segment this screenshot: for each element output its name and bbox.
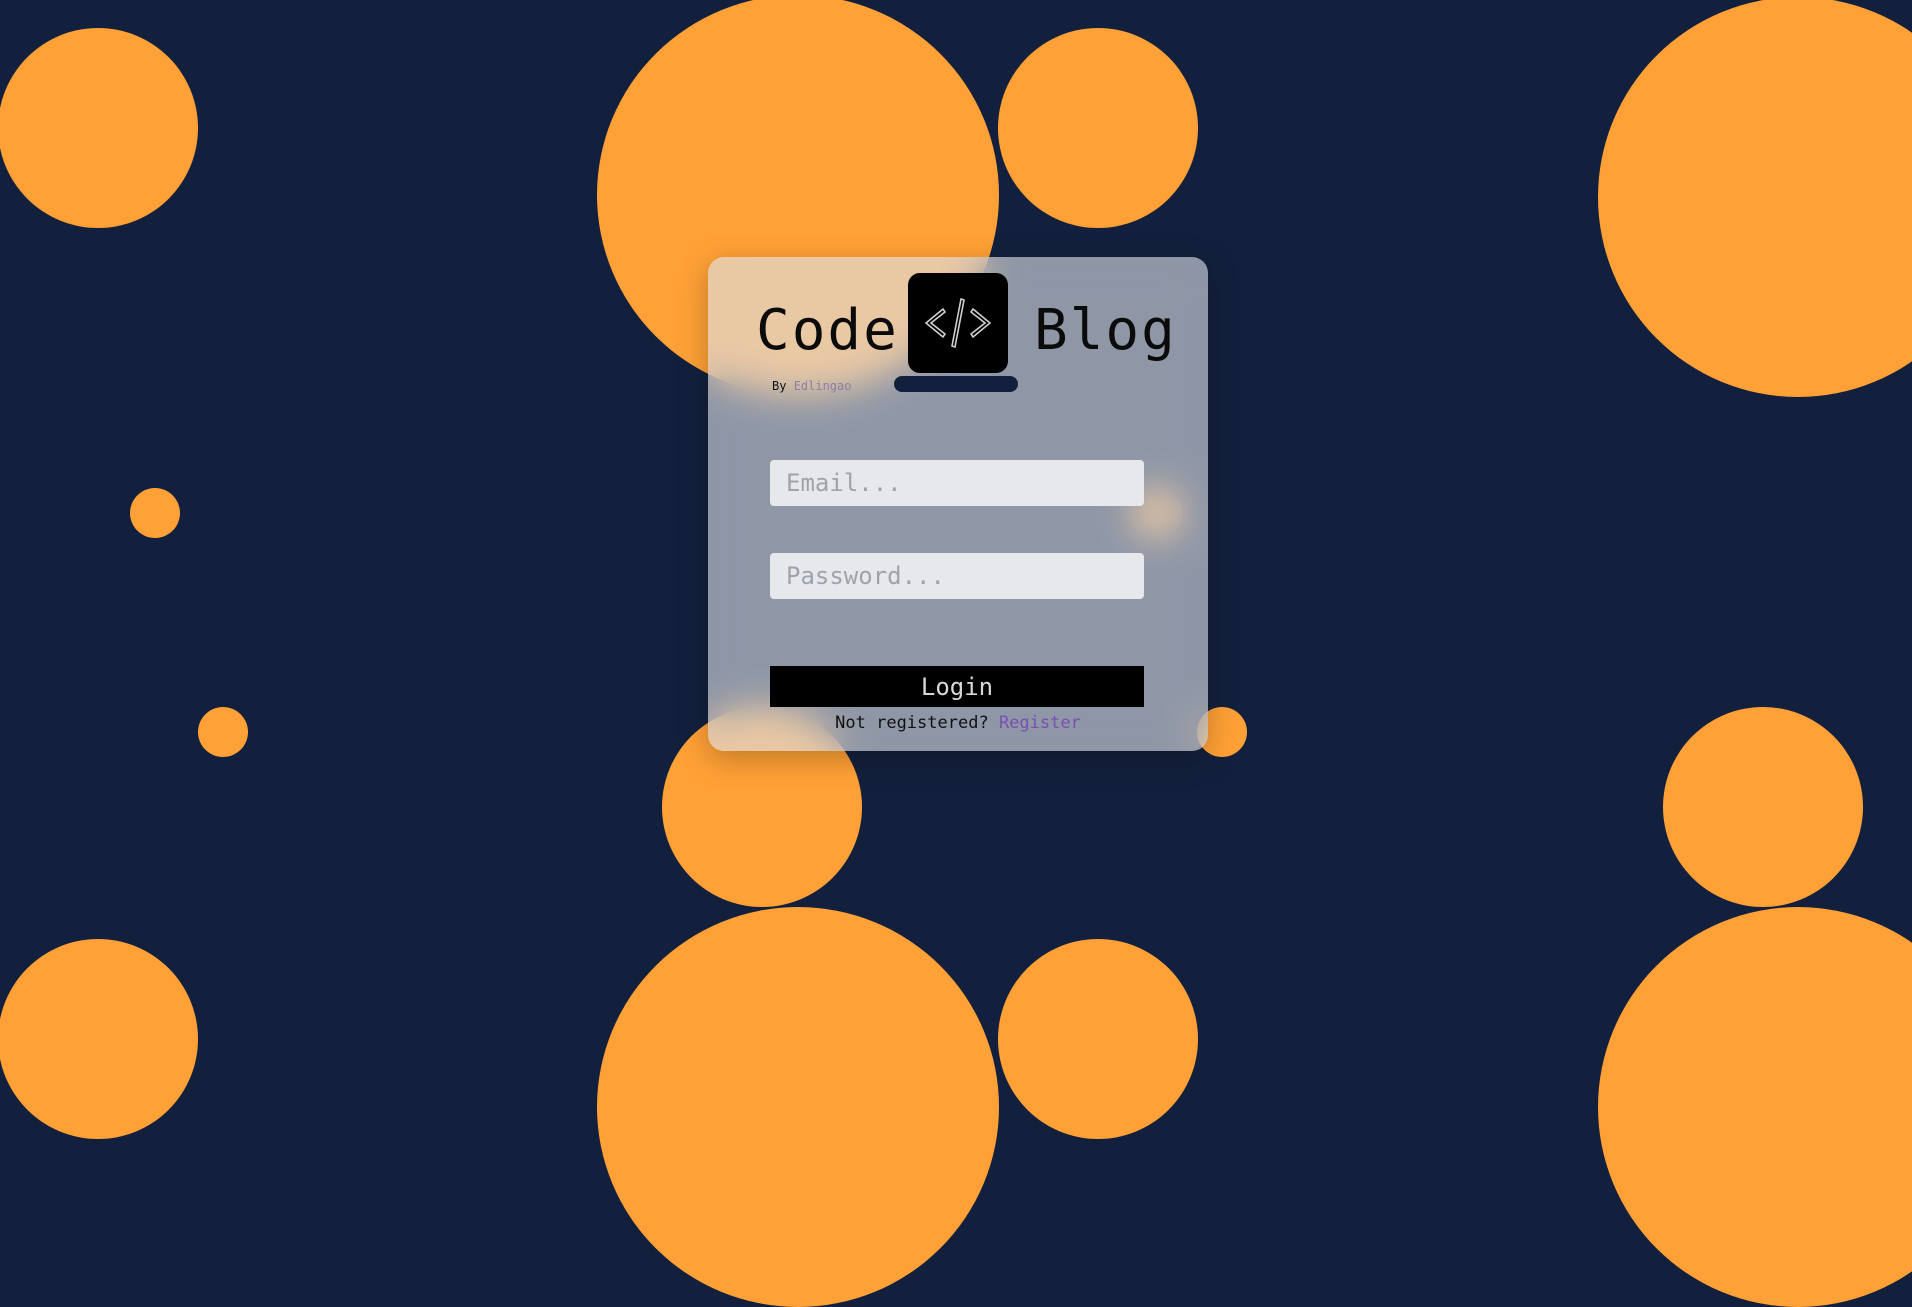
byline-author: Edlingao	[793, 379, 852, 393]
decorative-circle	[0, 939, 198, 1139]
login-button[interactable]: Login	[770, 666, 1144, 707]
email-input[interactable]	[770, 460, 1144, 506]
code-icon	[908, 273, 1008, 373]
decorative-circle	[1598, 0, 1912, 397]
register-prompt: Not registered?	[835, 713, 989, 733]
decorative-circle	[597, 907, 999, 1307]
code-logo-svg	[924, 297, 992, 349]
decorative-circle	[0, 28, 198, 228]
byline-prefix: By	[772, 379, 787, 393]
logo-base	[894, 376, 1018, 392]
decorative-circle	[130, 488, 180, 538]
brand-word-blog: Blog	[1034, 298, 1177, 363]
decorative-circle	[1663, 707, 1863, 907]
brand-word-code: Code	[756, 298, 899, 363]
byline: By Edlingao	[772, 379, 851, 393]
decorative-circle	[198, 707, 248, 757]
register-link[interactable]: Register	[999, 713, 1081, 733]
login-card: Code Blog By Edlingao Login Not register…	[708, 257, 1208, 751]
decorative-circle	[998, 28, 1198, 228]
decorative-circle	[1598, 907, 1912, 1307]
password-input[interactable]	[770, 553, 1144, 599]
decorative-circle	[998, 939, 1198, 1139]
register-row: Not registered? Register	[708, 713, 1208, 733]
